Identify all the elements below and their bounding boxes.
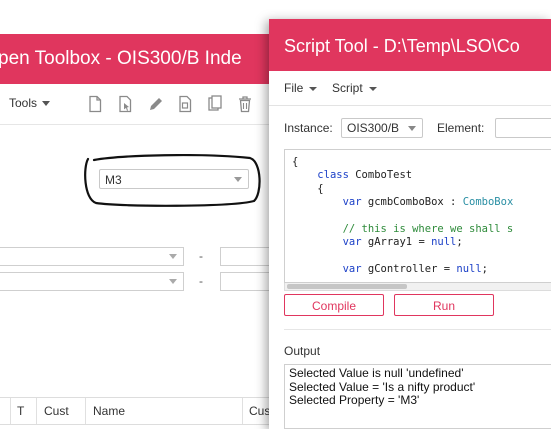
filter-dropdown-1[interactable] [0,247,184,266]
output-label: Output [284,344,321,358]
column-separator [242,398,243,424]
script-code: { class ComboTest { var gcmbComboBox : C… [292,156,513,277]
instance-label: Instance: [284,121,333,135]
table-header: T Cust Name Cus [0,397,280,425]
toolbox-title: pen Toolbox - OIS300/B Inde [0,48,242,69]
script-menu[interactable]: Script [332,81,377,95]
column-header-cust[interactable]: Cust [44,404,69,418]
script-menu-label: Script [332,81,363,95]
divider [284,329,551,330]
element-label: Element: [437,121,485,135]
menu-bar: File Script [269,71,551,106]
value-dropdown-text: M3 [105,173,122,187]
column-separator [36,398,37,424]
code-line: // this is where we shall s [292,223,514,236]
file-menu-label: File [284,81,304,95]
chevron-down-icon [309,86,318,91]
column-header-name[interactable]: Name [93,404,125,418]
code-line: { [292,182,324,195]
output-line: Selected Property = 'M3' [289,393,420,407]
instance-dropdown[interactable]: OIS300/B [341,118,423,138]
copy-icon[interactable] [177,95,193,113]
new-file-icon[interactable] [87,95,103,113]
code-line: class ComboTest [317,169,413,182]
chevron-down-icon [169,254,177,259]
chevron-down-icon [169,279,177,284]
column-separator [10,398,11,424]
filter-dropdown-2[interactable] [0,272,184,291]
instance-dropdown-text: OIS300/B [347,121,400,135]
script-tool-title: Script Tool - D:\Temp\LSO\Co [284,36,520,56]
column-header-cus[interactable]: Cus [249,404,270,418]
output-panel[interactable]: Selected Value is null 'undefined' Selec… [284,364,551,429]
scrollbar-thumb[interactable] [287,284,407,289]
chevron-down-icon [368,86,377,91]
tools-menu[interactable]: Tools [9,96,51,110]
script-tool-title-bar[interactable]: Script Tool - D:\Temp\LSO\Co [269,19,551,71]
code-line: var gController = null; [342,263,488,276]
element-input[interactable] [495,118,551,138]
code-line: { [292,156,299,168]
chevron-down-icon [42,101,51,107]
chevron-down-icon [408,126,416,131]
compile-button[interactable]: Compile [284,294,384,316]
delete-icon[interactable] [237,95,253,113]
column-separator [85,398,86,424]
range-dash-1: - [199,249,203,263]
value-dropdown[interactable]: M3 [99,169,249,189]
open-file-icon[interactable] [117,95,133,113]
output-line: Selected Value = 'Is a nifty product' [289,379,476,394]
file-menu[interactable]: File [284,81,318,95]
toolbox-toolbar: Tools [0,84,280,125]
run-button[interactable]: Run [394,294,494,316]
tools-menu-label: Tools [9,96,38,110]
chevron-down-icon [234,177,242,182]
code-line: var gcmbComboBox : ComboBox [342,196,514,209]
script-tool-window: Script Tool - D:\Temp\LSO\Co File Script… [269,19,551,429]
code-line: var gArray1 = null; [342,236,463,249]
column-header-t[interactable]: T [17,404,24,418]
duplicate-icon[interactable] [207,95,223,113]
edit-icon[interactable] [147,95,163,113]
output-line: Selected Value is null 'undefined' [289,366,464,380]
editor-horizontal-scrollbar[interactable] [284,283,551,291]
script-editor[interactable]: { class ComboTest { var gcmbComboBox : C… [284,149,551,283]
range-dash-2: - [199,274,203,288]
